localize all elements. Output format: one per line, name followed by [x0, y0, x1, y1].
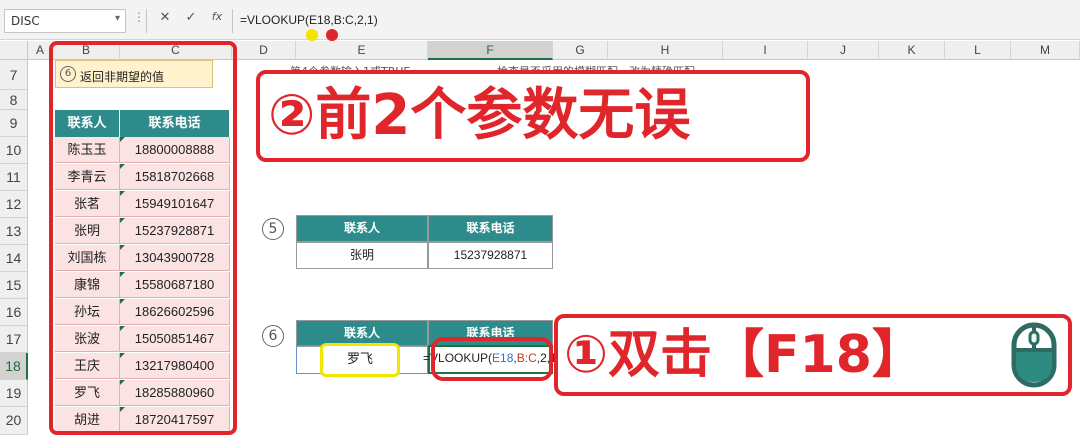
chevron-down-icon[interactable]: ▾	[115, 13, 120, 24]
row-header-17[interactable]: 17	[0, 326, 28, 353]
divider	[232, 9, 233, 33]
row-header-14[interactable]: 14	[0, 245, 28, 272]
column-header-f[interactable]: F	[428, 41, 553, 60]
formula-args-highlight-box	[431, 337, 553, 381]
column-header-l[interactable]: L	[945, 41, 1011, 60]
columns-bc-highlight-box	[49, 41, 237, 435]
column-header-j[interactable]: J	[808, 41, 879, 60]
table5-phone-cell[interactable]: 15237928871	[428, 242, 553, 269]
enter-icon[interactable]: ✓	[180, 10, 202, 30]
row-header-16[interactable]: 16	[0, 299, 28, 326]
column-header-d[interactable]: D	[232, 41, 296, 60]
row-header-10[interactable]: 10	[0, 137, 28, 164]
formula-input[interactable]: =VLOOKUP(E18,B:C,2,1)	[240, 13, 378, 27]
red-marker-dot	[326, 29, 338, 41]
row-header-7[interactable]: 7	[0, 60, 28, 90]
step-number-badge: 5	[262, 218, 284, 240]
grip-icon: ⋮	[133, 10, 145, 24]
yellow-marker-dot	[306, 29, 318, 41]
row-header-9[interactable]: 9	[0, 110, 28, 137]
row-header-12[interactable]: 12	[0, 191, 28, 218]
column-header-i[interactable]: I	[723, 41, 808, 60]
column-header-m[interactable]: M	[1011, 41, 1080, 60]
column-header-k[interactable]: K	[879, 41, 945, 60]
row-header-15[interactable]: 15	[0, 272, 28, 299]
row-header-19[interactable]: 19	[0, 380, 28, 407]
row-header-13[interactable]: 13	[0, 218, 28, 245]
divider	[146, 9, 147, 33]
cancel-icon[interactable]: ✕	[154, 10, 176, 30]
function-icon[interactable]: fx	[206, 10, 228, 30]
lookup-value-highlight[interactable]: 罗飞	[320, 343, 400, 377]
callout-args-correct: ②前2个参数无误	[256, 70, 810, 162]
row-header-18[interactable]: 18	[0, 353, 28, 380]
formula-bar: DISC ▾ ⋮ ✕ ✓ fx =VLOOKUP(E18,B:C,2,1)	[0, 0, 1080, 41]
table5-header-name[interactable]: 联系人	[296, 215, 428, 242]
row-header-20[interactable]: 20	[0, 407, 28, 435]
row-header-8[interactable]: 8	[0, 90, 28, 110]
row-header-11[interactable]: 11	[0, 164, 28, 191]
table5-name-cell[interactable]: 张明	[296, 242, 428, 269]
table5-header-phone[interactable]: 联系电话	[428, 215, 553, 242]
select-all-corner[interactable]	[0, 41, 28, 60]
step-number-badge: 6	[262, 325, 284, 347]
callout-double-click-f18: ①双击【F18】	[554, 314, 1072, 396]
column-header-h[interactable]: H	[608, 41, 723, 60]
name-box[interactable]: DISC ▾	[4, 9, 126, 33]
column-header-e[interactable]: E	[296, 41, 428, 60]
callout-double-click-text: ①双击【F18】	[564, 325, 924, 385]
name-box-value: DISC	[11, 14, 40, 28]
mouse-icon	[1011, 322, 1057, 388]
column-header-g[interactable]: G	[553, 41, 608, 60]
